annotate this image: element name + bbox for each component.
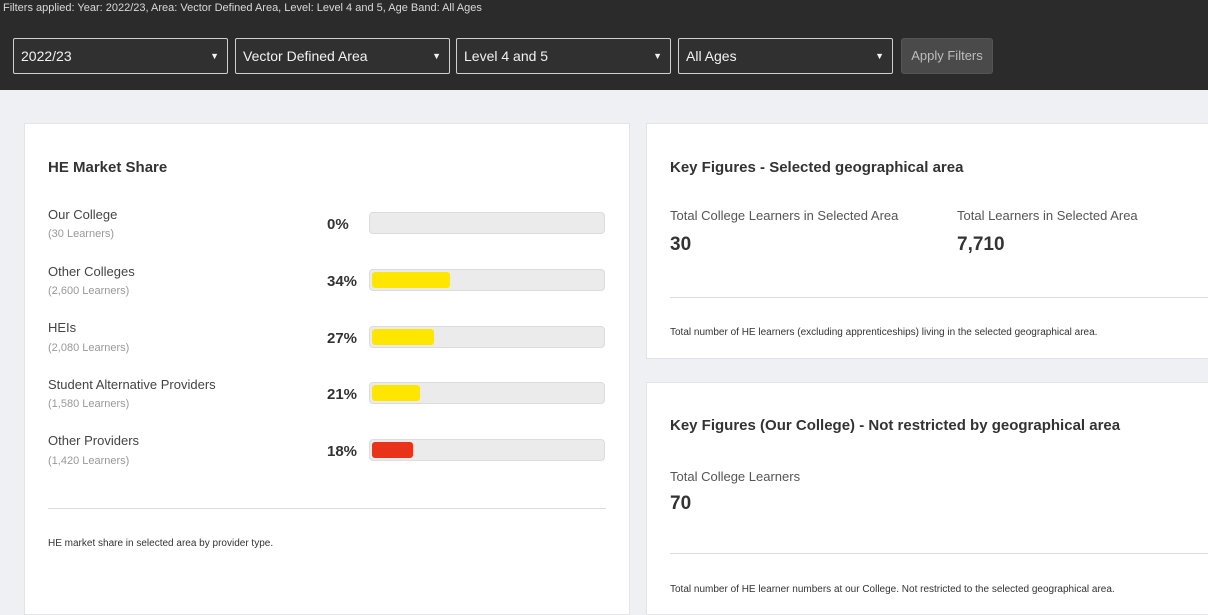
key-figures-area-title: Key Figures - Selected geographical area: [670, 159, 964, 176]
key-figures-college-card: Key Figures (Our College) - Not restrict…: [646, 382, 1208, 615]
college-learners-value: 70: [670, 493, 692, 514]
chevron-down-icon: ▼: [875, 51, 884, 61]
bar-track: [369, 269, 605, 291]
college-learners-area-value: 30: [670, 234, 692, 255]
row-label: Other Providers: [48, 433, 140, 448]
bar-fill: [372, 385, 420, 401]
year-select-value: 2022/23: [21, 48, 72, 64]
filters-applied-text: Filters applied: Year: 2022/23, Area: Ve…: [3, 2, 482, 14]
row-percent: 0%: [327, 216, 349, 233]
market-share-footnote: HE market share in selected area by prov…: [48, 538, 274, 549]
divider: [670, 553, 1208, 554]
row-learners: (2,600 Learners): [48, 285, 130, 297]
bar-track: [369, 439, 605, 461]
area-select[interactable]: Vector Defined Area ▼: [235, 38, 450, 74]
age-band-select-value: All Ages: [686, 48, 737, 64]
divider: [670, 297, 1208, 298]
year-select[interactable]: 2022/23 ▼: [13, 38, 228, 74]
bar-track: [369, 212, 605, 234]
bar-track: [369, 382, 605, 404]
row-label: Our College: [48, 207, 118, 222]
key-figures-college-title: Key Figures (Our College) - Not restrict…: [670, 417, 1121, 434]
market-share-card: HE Market Share Our College (30 Learners…: [24, 123, 630, 615]
divider: [48, 508, 606, 509]
chevron-down-icon: ▼: [210, 51, 219, 61]
market-share-title: HE Market Share: [48, 159, 168, 176]
key-figures-college-footnote: Total number of HE learner numbers at ou…: [670, 584, 1115, 595]
college-learners-area-label: Total College Learners in Selected Area: [670, 208, 899, 223]
total-learners-area-value: 7,710: [957, 234, 1005, 255]
row-learners: (1,420 Learners): [48, 455, 130, 467]
key-figures-area-card: Key Figures - Selected geographical area…: [646, 123, 1208, 359]
bar-fill: [372, 272, 450, 288]
row-learners: (30 Learners): [48, 228, 115, 240]
bar-fill: [372, 329, 434, 345]
row-percent: 21%: [327, 386, 358, 403]
row-label: HEIs: [48, 320, 77, 335]
bar-fill: [372, 442, 413, 458]
college-learners-label: Total College Learners: [670, 469, 801, 484]
level-select-value: Level 4 and 5: [464, 48, 549, 64]
row-label: Student Alternative Providers: [48, 377, 216, 392]
area-select-value: Vector Defined Area: [243, 48, 368, 64]
row-percent: 27%: [327, 330, 358, 347]
row-percent: 18%: [327, 443, 358, 460]
total-learners-area-label: Total Learners in Selected Area: [957, 208, 1138, 223]
row-learners: (2,080 Learners): [48, 342, 130, 354]
chevron-down-icon: ▼: [432, 51, 441, 61]
age-band-select[interactable]: All Ages ▼: [678, 38, 893, 74]
filter-bar: Filters applied: Year: 2022/23, Area: Ve…: [0, 0, 1208, 90]
key-figures-area-footnote: Total number of HE learners (excluding a…: [670, 327, 1098, 338]
bar-track: [369, 326, 605, 348]
row-label: Other Colleges: [48, 264, 135, 279]
row-percent: 34%: [327, 273, 358, 290]
level-select[interactable]: Level 4 and 5 ▼: [456, 38, 671, 74]
apply-filters-button[interactable]: Apply Filters: [901, 38, 993, 74]
chevron-down-icon: ▼: [653, 51, 662, 61]
row-learners: (1,580 Learners): [48, 398, 130, 410]
